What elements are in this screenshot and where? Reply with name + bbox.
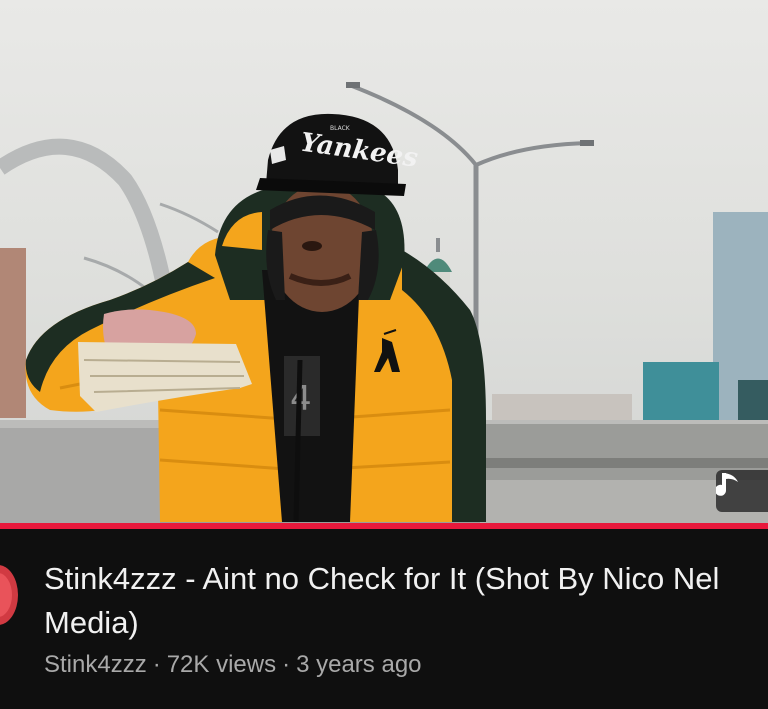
meta-separator: · xyxy=(282,651,291,678)
thumbnail-scene: 4 Yankees BLACK xyxy=(0,82,768,524)
video-title[interactable]: Stink4zzz - Aint no Check for It (Shot B… xyxy=(44,557,744,645)
video-meta: Stink4zzz · 72K views · 3 years ago xyxy=(44,651,422,679)
teal-building xyxy=(643,362,719,426)
channel-avatar[interactable] xyxy=(0,565,18,625)
channel-name[interactable]: Stink4zzz xyxy=(44,651,147,678)
meta-separator: · xyxy=(152,651,161,678)
view-count: 72K views xyxy=(166,651,277,678)
upload-age: 3 years ago xyxy=(296,651,422,678)
video-thumbnail[interactable]: 4 Yankees BLACK xyxy=(0,0,768,524)
music-note-icon xyxy=(716,473,738,496)
cap-small-text: BLACK xyxy=(330,125,351,132)
music-note-button[interactable] xyxy=(716,470,768,512)
video-info[interactable]: Stink4zzz - Aint no Check for It (Shot B… xyxy=(0,529,768,709)
